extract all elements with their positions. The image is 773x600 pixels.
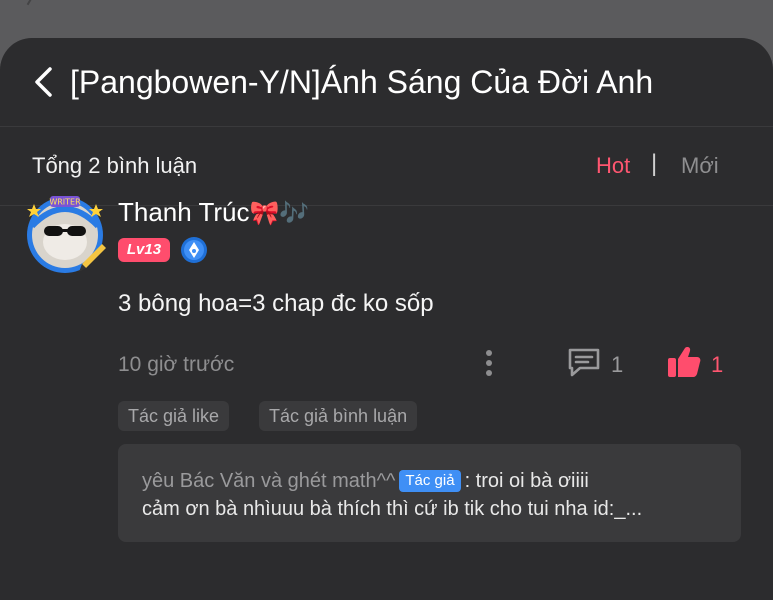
username-text: Thanh Trúc: [118, 197, 250, 227]
comment-body: 3 bông hoa=3 chap đc ko sốp: [118, 290, 434, 317]
sort-separator: |: [651, 150, 658, 177]
more-vertical-icon[interactable]: [481, 348, 497, 378]
thumbs-up-icon[interactable]: [666, 345, 702, 379]
sort-hot-tab[interactable]: Hot: [596, 153, 630, 179]
reply-preview[interactable]: yêu Bác Văn và ghét math^^ Tác giả: troi …: [118, 444, 741, 542]
reply-first-line: yêu Bác Văn và ghét math^^ Tác giả: troi …: [142, 468, 589, 494]
sort-new-tab[interactable]: Mới: [681, 153, 719, 179]
comment-count: Tổng 2 bình luận: [32, 153, 198, 178]
tag-author-commented: Tác giả bình luận: [259, 401, 418, 431]
like-count: 1: [711, 352, 724, 377]
tag-author-liked: Tác giả like: [118, 401, 230, 431]
reply-text-2: cảm ơn bà nhìuuu bà thích thì cứ ib tik …: [142, 498, 643, 520]
avatar-writer-label: WRITER: [49, 198, 81, 207]
background-artifact: [26, 0, 52, 14]
comments-bar: Tổng 2 bình luận Hot | Mới: [0, 127, 773, 206]
avatar[interactable]: WRITER: [22, 190, 108, 276]
reply-author-badge: Tác giả: [399, 470, 461, 492]
reply-author[interactable]: yêu Bác Văn và ghét math^^: [142, 470, 395, 492]
page-title: [Pangbowen-Y/N]Ánh Sáng Của Đời Anh: [70, 64, 654, 100]
comment-timestamp: 10 giờ trước: [118, 353, 235, 376]
sheet-header: [Pangbowen-Y/N]Ánh Sáng Của Đời Anh: [0, 38, 773, 127]
reply-icon[interactable]: [566, 346, 602, 378]
level-badge: Lv13: [118, 238, 170, 262]
comment-username[interactable]: Thanh Trúc🎀🎶: [118, 196, 309, 230]
author-badge-icon: [181, 237, 207, 263]
reply-text-1: : troi oi bà ơiiii: [464, 470, 589, 492]
username-emoji: 🎀🎶: [249, 200, 310, 227]
reply-count: 1: [611, 352, 624, 377]
chevron-left-icon[interactable]: [30, 65, 58, 99]
